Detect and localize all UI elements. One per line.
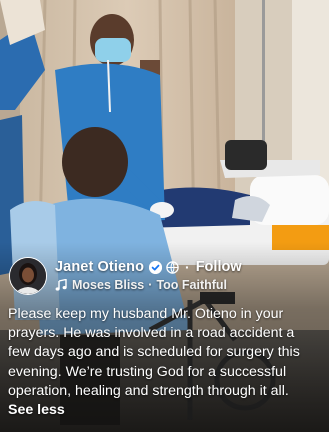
author-avatar[interactable] [9, 257, 47, 295]
avatar-image [10, 258, 46, 294]
caption-text: Please keep my husband Mr. Otieno in you… [8, 306, 300, 399]
post-author-row: Janet Otieno · Follow Moses Bliss · Too … [9, 257, 309, 297]
post-caption: Please keep my husband Mr. Otieno in you… [8, 305, 316, 420]
music-artist: Moses Bliss [72, 278, 145, 292]
globe-icon [166, 260, 179, 274]
name-separator: · [185, 259, 190, 275]
verified-badge-icon [149, 260, 163, 274]
music-attribution[interactable]: Moses Bliss · Too Faithful [55, 278, 242, 292]
music-song: Too Faithful [156, 278, 228, 292]
music-note-icon [55, 279, 67, 291]
see-less-button[interactable]: See less [8, 402, 65, 418]
music-separator: · [148, 278, 153, 292]
follow-button[interactable]: Follow [196, 259, 242, 275]
author-name[interactable]: Janet Otieno [55, 259, 144, 275]
